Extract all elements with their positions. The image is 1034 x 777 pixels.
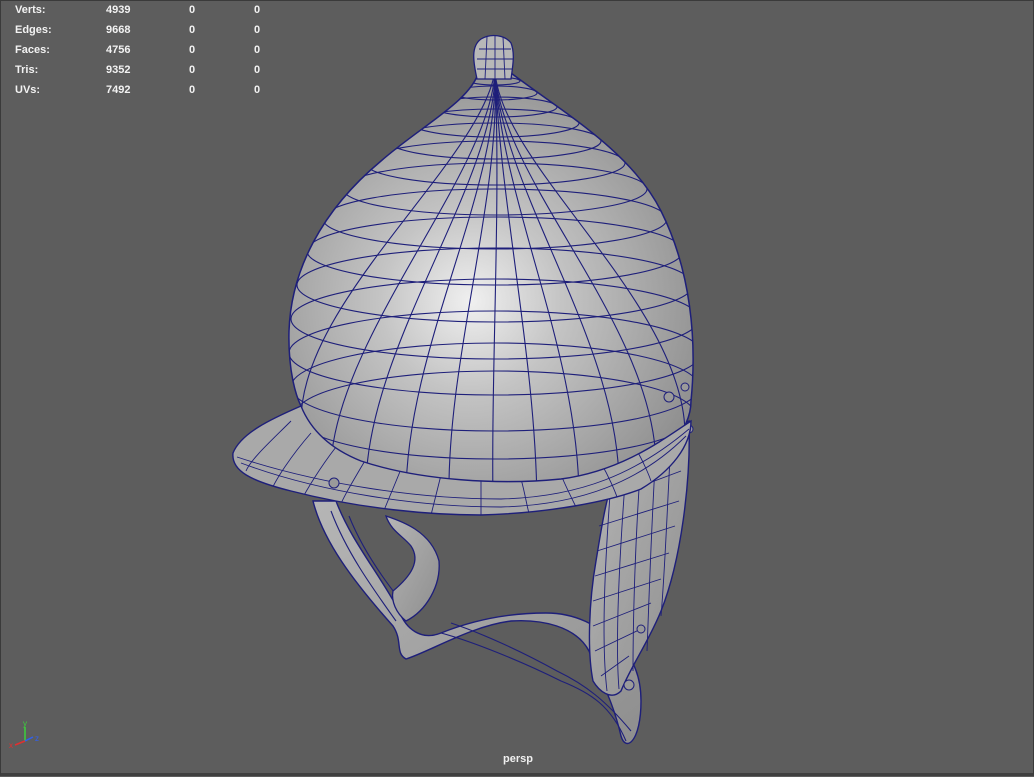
helmet-wireframe-model[interactable] xyxy=(1,1,1034,777)
x-axis-line xyxy=(14,740,26,746)
axis-label-x: x xyxy=(9,741,13,749)
camera-name-label: persp xyxy=(503,753,533,765)
viewport-persp[interactable]: Verts: 4939 0 0 Edges: 9668 0 0 Faces: 4… xyxy=(0,0,1034,776)
axis-label-z: z xyxy=(35,734,39,743)
view-axis-indicator: y x z xyxy=(9,719,39,749)
z-axis-line xyxy=(24,736,34,742)
axis-label-y: y xyxy=(23,719,27,728)
helmet-dome xyxy=(288,34,694,502)
